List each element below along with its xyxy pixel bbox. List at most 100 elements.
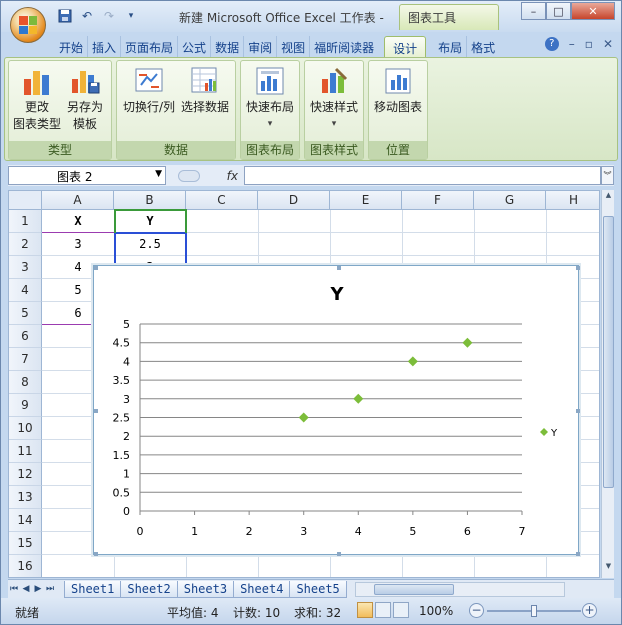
column-header-d[interactable]: D	[258, 191, 330, 210]
tab-home[interactable]: 开始	[55, 36, 89, 58]
ribbon-minimize-icon[interactable]: –	[569, 37, 575, 51]
move-chart-button[interactable]: 移动图表	[374, 65, 422, 116]
page-layout-view-icon[interactable]	[375, 602, 391, 618]
tab-insert[interactable]: 插入	[88, 36, 122, 58]
maximize-button[interactable]: □	[546, 2, 571, 20]
column-header-f[interactable]: F	[402, 191, 474, 210]
name-box[interactable]: 图表 2 ▼	[8, 166, 166, 185]
column-header-h[interactable]: H	[546, 191, 599, 210]
group-type: 更改 图表类型 另存为 模板 类型	[8, 60, 112, 160]
last-sheet-icon[interactable]: ⏭	[44, 584, 56, 594]
scatter-chart[interactable]: Y 0 0.5 1 1.5 2 2.5 3 3.5 4 4.5 5 0 1 2 3 4 5 6 7 Y	[93, 265, 580, 556]
vertical-scrollbar[interactable]: ▲ ▼	[601, 190, 614, 578]
y-tick-label: 4	[123, 355, 130, 368]
cell-b1[interactable]: Y	[114, 210, 186, 232]
next-sheet-icon[interactable]: ▶	[32, 584, 44, 594]
x-tick-label: 5	[409, 525, 416, 538]
row-header-1[interactable]: 1	[9, 210, 42, 233]
row-header-15[interactable]: 15	[9, 532, 42, 555]
name-box-dropdown-icon[interactable]: ▼	[155, 169, 162, 179]
column-header-b[interactable]: B	[114, 191, 186, 210]
template-chart-icon	[72, 71, 100, 94]
y-tick-label: 1	[123, 468, 130, 481]
column-header-a[interactable]: A	[42, 191, 114, 210]
switch-row-column-button[interactable]: 切换行/列	[123, 65, 175, 116]
formula-input[interactable]	[244, 166, 601, 185]
bar-chart-icon	[24, 71, 49, 95]
insert-function-icon[interactable]: fx	[227, 169, 238, 183]
sheet-tab-sheet1[interactable]: Sheet1	[64, 580, 122, 598]
column-header-c[interactable]: C	[186, 191, 258, 210]
row-header-13[interactable]: 13	[9, 486, 42, 509]
column-header-e[interactable]: E	[330, 191, 402, 210]
zoom-out-icon[interactable]: −	[469, 603, 484, 618]
column-header-g[interactable]: G	[474, 191, 546, 210]
sheet-tab-sheet2[interactable]: Sheet2	[120, 580, 178, 598]
select-all-corner[interactable]	[9, 191, 42, 210]
row-header-11[interactable]: 11	[9, 440, 42, 463]
redo-icon[interactable]: ↷	[101, 8, 117, 24]
chart-resize-handle	[94, 266, 98, 270]
undo-icon[interactable]: ↶	[79, 8, 95, 24]
normal-view-icon[interactable]	[357, 602, 373, 618]
help-icon[interactable]: ?	[544, 37, 559, 51]
cell-a2[interactable]: 3	[42, 233, 114, 255]
sheet-tab-sheet4[interactable]: Sheet4	[233, 580, 291, 598]
row-header-12[interactable]: 12	[9, 463, 42, 486]
row-header-14[interactable]: 14	[9, 509, 42, 532]
cell-a1[interactable]: X	[42, 210, 114, 232]
scroll-up-icon[interactable]: ▲	[603, 191, 614, 203]
quick-styles-button[interactable]: 快速样式 ▾	[310, 65, 358, 133]
tab-data[interactable]: 数据	[211, 36, 245, 58]
page-break-view-icon[interactable]	[393, 602, 409, 618]
zoom-in-icon[interactable]: +	[582, 603, 597, 618]
tab-layout[interactable]: 布局	[434, 36, 468, 58]
row-header-7[interactable]: 7	[9, 348, 42, 371]
row-header-8[interactable]: 8	[9, 371, 42, 394]
x-tick-label: 0	[137, 525, 144, 538]
ribbon-close-icon[interactable]: ✕	[603, 37, 613, 51]
tab-page-layout[interactable]: 页面布局	[121, 36, 179, 58]
horizontal-scrollbar[interactable]	[354, 581, 565, 597]
row-header-4[interactable]: 4	[9, 279, 42, 302]
row-header-3[interactable]: 3	[9, 256, 42, 279]
ribbon-restore-icon[interactable]: ▫	[585, 37, 593, 51]
tab-review[interactable]: 审阅	[244, 36, 278, 58]
minimize-button[interactable]: –	[521, 2, 546, 20]
cell-b2[interactable]: 2.5	[114, 233, 186, 255]
tab-format[interactable]: 格式	[467, 36, 499, 58]
tab-view[interactable]: 视图	[277, 36, 311, 58]
zoom-slider[interactable]: − +	[469, 603, 599, 619]
select-data-button[interactable]: 选择数据	[181, 65, 229, 116]
save-icon[interactable]	[57, 8, 73, 24]
tab-foxit-reader[interactable]: 福昕阅读器	[310, 36, 378, 58]
scroll-down-icon[interactable]: ▼	[603, 562, 614, 574]
row-header-16[interactable]: 16	[9, 555, 42, 577]
zoom-knob[interactable]	[531, 605, 537, 617]
tab-design[interactable]: 设计	[384, 36, 427, 58]
qat-customize-icon[interactable]: ▾	[123, 8, 139, 24]
tab-formulas[interactable]: 公式	[178, 36, 212, 58]
row-header-9[interactable]: 9	[9, 394, 42, 417]
data-point	[407, 356, 418, 367]
save-as-template-button[interactable]: 另存为 模板	[67, 65, 103, 133]
row-header-10[interactable]: 10	[9, 417, 42, 440]
row-header-5[interactable]: 5	[9, 302, 42, 325]
x-tick-label: 2	[246, 525, 253, 538]
prev-sheet-icon[interactable]: ◀	[20, 584, 32, 594]
quick-layout-button[interactable]: 快速布局 ▾	[246, 65, 294, 133]
sheet-tab-sheet5[interactable]: Sheet5	[289, 580, 347, 598]
office-button[interactable]	[10, 7, 46, 43]
horizontal-scroll-thumb[interactable]	[373, 583, 454, 595]
sheet-tab-sheet3[interactable]: Sheet3	[176, 580, 235, 598]
view-buttons	[357, 602, 409, 618]
vertical-scroll-thumb[interactable]	[603, 216, 614, 488]
row-header-6[interactable]: 6	[9, 325, 42, 348]
expand-formula-bar-icon[interactable]: ︾	[601, 166, 614, 185]
close-button[interactable]: ✕	[571, 2, 615, 20]
change-chart-type-button[interactable]: 更改 图表类型	[13, 65, 61, 133]
first-sheet-icon[interactable]: ⏮	[8, 584, 20, 594]
legend-marker	[540, 428, 548, 436]
zoom-level[interactable]: 100%	[419, 604, 453, 618]
row-header-2[interactable]: 2	[9, 233, 42, 256]
